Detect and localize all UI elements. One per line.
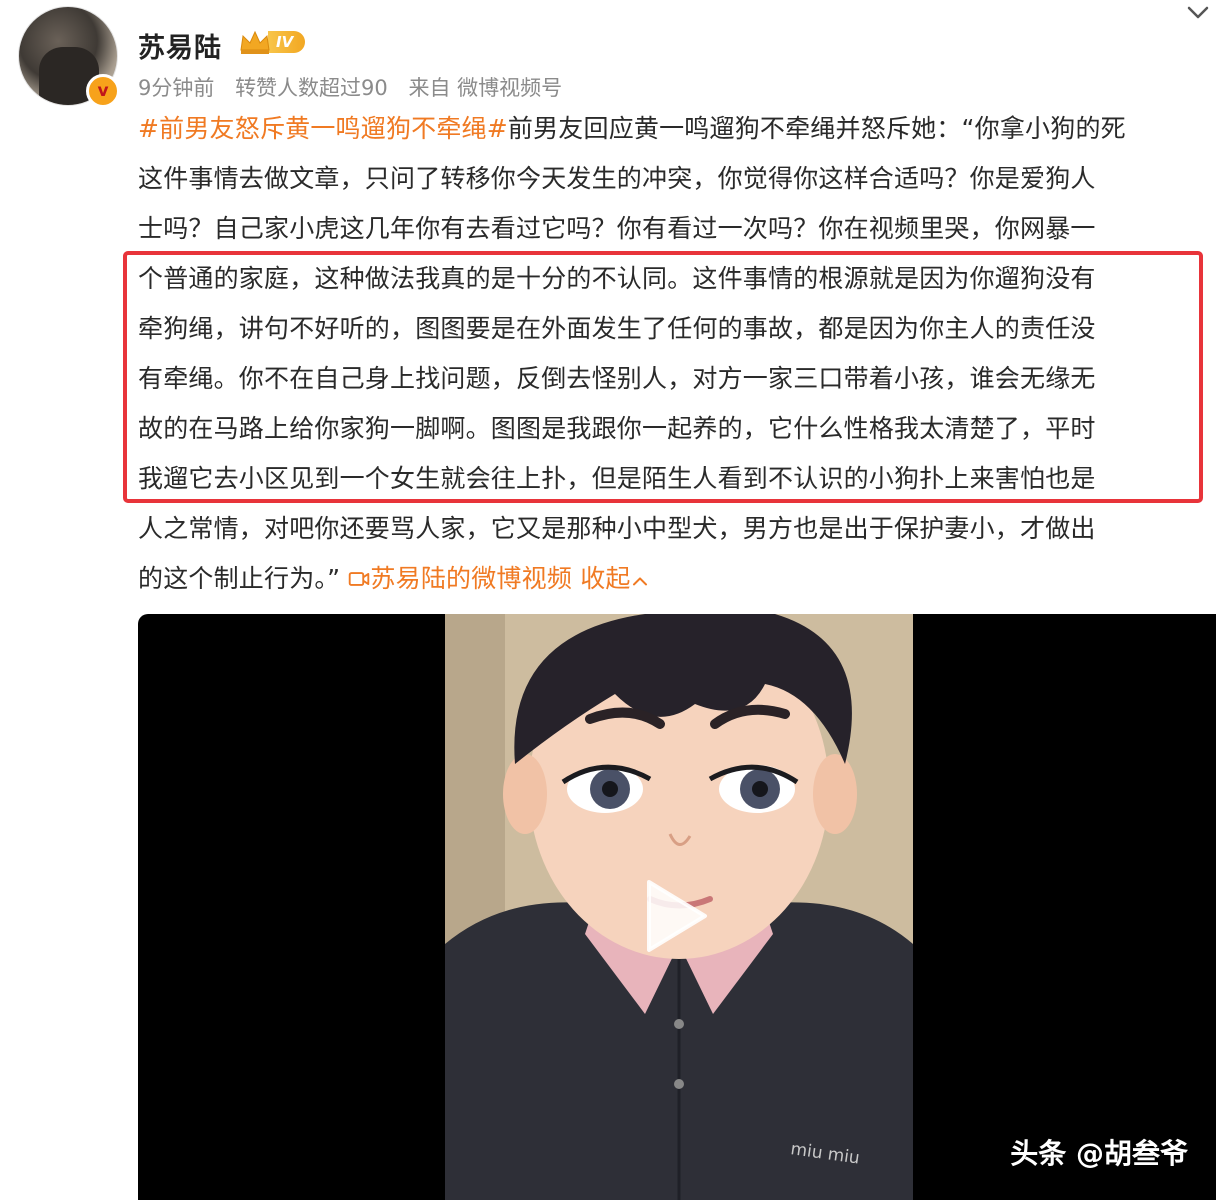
text-line: 这件事情去做文章，只问了转移你今天发生的冲突，你觉得你这样合适吗？你是爱狗人 <box>138 164 1096 193</box>
hashtag-link[interactable]: #前男友怒斥黄一鸣遛狗不牵绳# <box>138 114 508 143</box>
video-player[interactable]: miu miu 头条 @胡叁爷 <box>138 614 1216 1200</box>
verified-icon: v <box>86 74 120 108</box>
text-line: #前男友怒斥黄一鸣遛狗不牵绳#前男友回应黄一鸣遛狗不牵绳并怒斥她：“你拿小狗的死 <box>138 104 1216 154</box>
post-meta: 9分钟前 转赞人数超过90 来自 微博视频号 <box>138 72 576 102</box>
level-label: IV <box>268 31 306 53</box>
level-badge[interactable]: IV <box>238 28 306 56</box>
text-line: 人之常情，对吧你还要骂人家，它又是那种小中型犬，男方也是出于保护妻小，才做出 <box>138 514 1096 543</box>
video-link-icon <box>348 564 370 593</box>
text-line: 牵狗绳，讲句不好听的，图图要是在外面发生了任何的事故，都是因为你主人的责任没 <box>138 314 1096 343</box>
play-icon[interactable] <box>641 876 711 956</box>
avatar[interactable]: v <box>18 6 120 108</box>
text-segment: 的这个制止行为。” <box>138 564 341 593</box>
post-body: #前男友怒斥黄一鸣遛狗不牵绳#前男友回应黄一鸣遛狗不牵绳并怒斥她：“你拿小狗的死… <box>138 104 1216 604</box>
crown-icon <box>238 28 272 56</box>
text-line: 士吗？自己家小虎这几年你有去看过它吗？你有看过一次吗？你在视频里哭，你网暴一 <box>138 214 1096 243</box>
collapse-label: 收起 <box>580 564 631 593</box>
chevron-up-icon <box>631 564 649 593</box>
text-line: 的这个制止行为。” 苏易陆的微博视频 收起 <box>138 554 1216 604</box>
author-name[interactable]: 苏易陆 <box>138 26 222 65</box>
watermark: 头条 @胡叁爷 <box>1010 1137 1188 1170</box>
video-link[interactable]: 苏易陆的微博视频 <box>348 564 572 593</box>
chevron-down-icon[interactable] <box>1186 4 1210 22</box>
text-line: 有牵绳。你不在自己身上找问题，反倒去怪别人，对方一家三口带着小孩，谁会无缘无 <box>138 364 1096 393</box>
text-line: 个普通的家庭，这种做法我真的是十分的不认同。这件事情的根源就是因为你遛狗没有 <box>138 264 1096 293</box>
post-time: 9分钟前 <box>138 76 215 100</box>
repost-count: 转赞人数超过90 <box>235 76 388 100</box>
post-source[interactable]: 来自 微博视频号 <box>408 76 562 100</box>
text-segment: 前男友回应黄一鸣遛狗不牵绳并怒斥她：“你拿小狗的死 <box>507 114 1126 143</box>
text-line: 故的在马路上给你家狗一脚啊。图图是我跟你一起养的，它什么性格我太清楚了，平时 <box>138 414 1096 443</box>
video-link-label: 苏易陆的微博视频 <box>370 564 573 593</box>
text-line: 我遛它去小区见到一个女生就会往上扑，但是陌生人看到不认识的小狗扑上来害怕也是 <box>138 464 1096 493</box>
collapse-button[interactable]: 收起 <box>580 564 648 593</box>
